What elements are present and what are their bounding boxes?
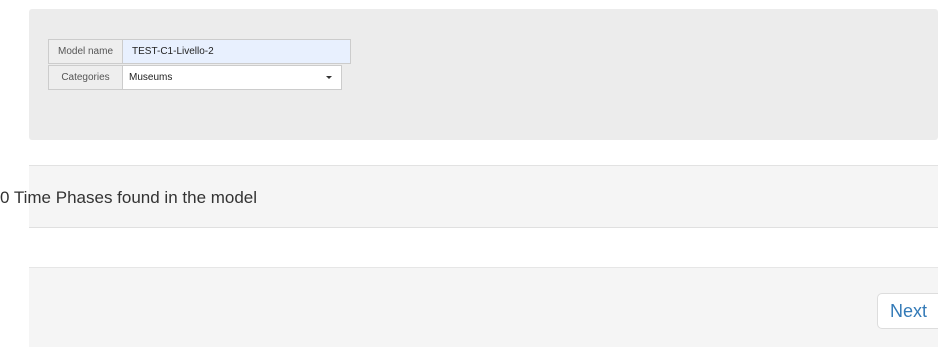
time-phases-panel-body: [29, 228, 938, 268]
time-phases-count-heading: 0 Time Phases found in the model: [0, 188, 258, 207]
time-phases-panel-heading: 0 Time Phases found in the model: [0, 166, 938, 228]
time-phases-panel-footer: Next: [29, 268, 938, 347]
categories-row: Categories Museums: [48, 65, 342, 90]
caret-down-icon: [326, 76, 332, 79]
page: Model name Categories Museums 0 Time Pha…: [0, 0, 938, 347]
model-name-input[interactable]: [122, 39, 351, 64]
categories-label: Categories: [48, 65, 122, 90]
categories-selected-value: Museums: [129, 72, 173, 83]
model-name-label: Model name: [48, 39, 122, 64]
model-name-row: Model name: [48, 39, 351, 64]
categories-select[interactable]: Museums: [122, 65, 342, 90]
time-phases-panel: 0 Time Phases found in the model Next: [0, 165, 938, 347]
next-button[interactable]: Next: [877, 293, 938, 329]
